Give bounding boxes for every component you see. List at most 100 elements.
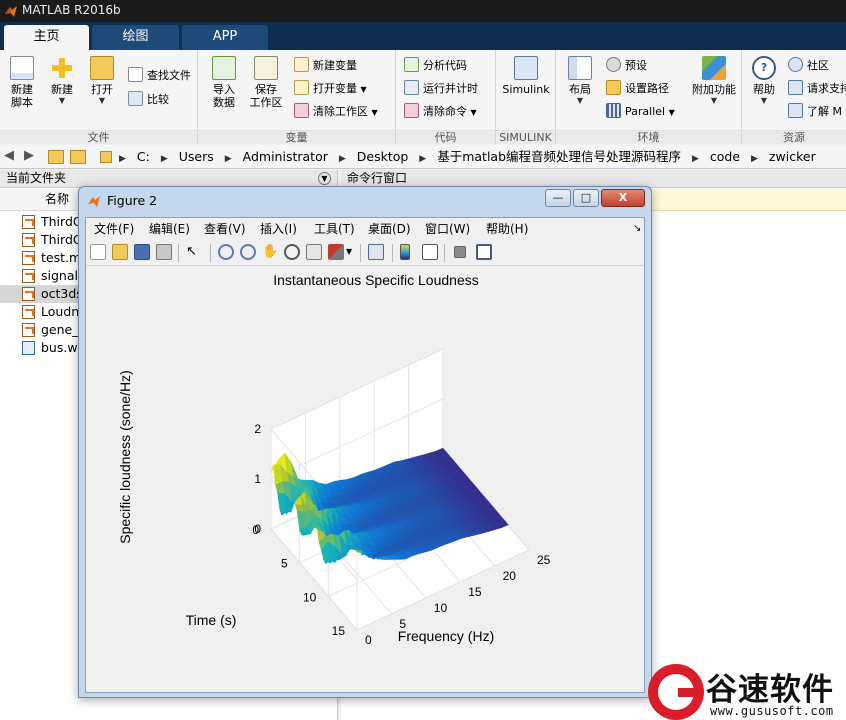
save-workspace-button[interactable]: 保存 工作区 [244, 56, 288, 109]
chevron-down-icon: ▼ [576, 96, 584, 105]
panel-options-icon[interactable]: ▼ [318, 172, 331, 185]
menu-help[interactable]: 帮助(H) [486, 218, 528, 240]
community-button[interactable]: 社区 [788, 56, 829, 76]
group-variable: 导入 数据 保存 工作区 新建变量 打开变量 ▼ 清除工作区 ▼ 变量 [198, 50, 396, 144]
find-files-button[interactable]: 查找文件 [128, 66, 191, 86]
group-variable-label: 变量 [198, 130, 395, 144]
save-icon[interactable] [134, 244, 150, 260]
forward-arrow-icon[interactable]: ▶ [24, 148, 34, 163]
link-plot-icon[interactable] [368, 244, 384, 260]
address-bar: ◀ ▶ ▶ C: ▶ Users ▶ Administrator ▶ Deskt… [0, 145, 846, 169]
tab-plots[interactable]: 绘图 [92, 25, 179, 50]
zoom-out-icon[interactable] [240, 244, 256, 260]
tab-apps[interactable]: APP [182, 25, 268, 50]
new-variable-button[interactable]: 新建变量 [294, 56, 357, 76]
legend-icon[interactable] [422, 244, 438, 260]
new-variable-icon [294, 57, 309, 72]
figure-menubar: 文件(F) 编辑(E) 查看(V) 插入(I) 工具(T) 桌面(D) 窗口(W… [86, 218, 644, 240]
file-name: ThirdO [41, 232, 83, 247]
menu-edit[interactable]: 编辑(E) [149, 218, 190, 240]
close-button[interactable]: X [601, 189, 645, 207]
import-data-button[interactable]: 导入 数据 [202, 56, 246, 109]
m-file-icon [22, 269, 35, 283]
crumb-project[interactable]: 基于matlab编程音频处理信号处理源码程序 [433, 145, 685, 169]
parallel-button[interactable]: Parallel ▼ [606, 102, 675, 122]
open-file-icon[interactable] [112, 244, 128, 260]
maximize-button[interactable]: □ [573, 189, 599, 207]
new-figure-icon[interactable] [90, 244, 106, 260]
group-file: 新建 脚本 新建 ▼ 打开 ▼ 查找文件 比较 文件 [0, 50, 198, 144]
back-arrow-icon[interactable]: ◀ [4, 148, 14, 163]
request-support-button[interactable]: 请求支持 [788, 79, 846, 99]
chevron-right-icon: ▶ [118, 154, 126, 164]
figure-matlab-icon [88, 196, 100, 207]
learn-matlab-button[interactable]: 了解 M [788, 102, 842, 122]
crumb-users[interactable]: Users [175, 145, 218, 169]
tab-home[interactable]: 主页 [4, 25, 89, 50]
group-code: 分析代码 运行并计时 清除命令 ▼ 代码 [396, 50, 496, 144]
crumb-code[interactable]: code [706, 145, 744, 169]
group-resources-label: 资源 [742, 130, 846, 144]
menu-file[interactable]: 文件(F) [94, 218, 134, 240]
m-file-icon [22, 215, 35, 229]
chevron-right-icon: ▶ [338, 154, 346, 164]
open-variable-button[interactable]: 打开变量 ▼ [294, 79, 367, 99]
find-files-icon [128, 67, 143, 82]
set-path-button[interactable]: 设置路径 [606, 79, 669, 99]
rotate-3d-icon[interactable] [284, 244, 300, 260]
data-cursor-icon[interactable] [306, 244, 322, 260]
zoom-in-icon[interactable] [218, 244, 234, 260]
addons-button[interactable]: 附加功能 ▼ [686, 56, 742, 106]
menu-insert[interactable]: 插入(I) [260, 218, 297, 240]
figure-titlebar[interactable]: Figure 2 — □ X [79, 187, 651, 215]
menu-desktop[interactable]: 桌面(D) [368, 218, 411, 240]
open-button[interactable]: 打开 ▼ [80, 56, 124, 106]
crumb-zwicker[interactable]: zwicker [765, 145, 820, 169]
community-icon [788, 57, 803, 72]
file-name: test.m [41, 250, 82, 265]
brush-icon[interactable] [328, 244, 344, 260]
pointer-arrow-icon[interactable]: ↖ [186, 244, 202, 260]
compare-button[interactable]: 比较 [128, 90, 169, 110]
m-file-icon [22, 323, 35, 337]
show-plot-tools-icon[interactable] [476, 244, 492, 260]
run-and-time-button[interactable]: 运行并计时 [404, 79, 478, 99]
crumb-desktop[interactable]: Desktop [353, 145, 413, 169]
import-icon [212, 56, 236, 80]
clear-workspace-button[interactable]: 清除工作区 ▼ [294, 102, 378, 122]
colorbar-icon[interactable] [400, 244, 410, 260]
layout-button[interactable]: 布局 ▼ [558, 56, 602, 106]
up-folder-icon[interactable] [48, 150, 64, 164]
analyze-code-button[interactable]: 分析代码 [404, 56, 467, 76]
simulink-icon [514, 56, 538, 80]
gear-icon [606, 57, 621, 72]
save-icon [254, 56, 278, 80]
figure-body: 文件(F) 编辑(E) 查看(V) 插入(I) 工具(T) 桌面(D) 窗口(W… [85, 217, 645, 693]
dock-arrow-icon[interactable]: ↘ [633, 218, 641, 240]
crumb-drive[interactable]: C: [133, 145, 154, 169]
folder-root-icon [100, 151, 112, 163]
crumb-administrator[interactable]: Administrator [239, 145, 332, 169]
menu-view[interactable]: 查看(V) [204, 218, 246, 240]
menu-tools[interactable]: 工具(T) [314, 218, 355, 240]
pan-hand-icon[interactable]: ✋ [262, 244, 278, 260]
surface-plot[interactable]: Instantaneous Specific Loudness051015202… [86, 267, 644, 692]
eraser-icon [294, 103, 309, 118]
preferences-button[interactable]: 预设 [606, 56, 647, 76]
new-script-button[interactable]: 新建 脚本 [0, 56, 44, 109]
watermark-url: www.gususoft.com [710, 704, 834, 718]
chevron-down-icon[interactable]: ▼ [346, 244, 354, 260]
new-button[interactable]: 新建 ▼ [40, 56, 84, 106]
file-name: signal [41, 268, 78, 283]
hide-plot-tools-icon[interactable] [454, 246, 466, 258]
help-button[interactable]: ? 帮助 ▼ [742, 56, 786, 106]
clear-commands-button[interactable]: 清除命令 ▼ [404, 102, 477, 122]
watermark-text: 谷速软件 [706, 672, 834, 708]
print-icon[interactable] [156, 244, 172, 260]
menu-window[interactable]: 窗口(W) [425, 218, 470, 240]
simulink-button[interactable]: Simulink [498, 56, 554, 96]
analyze-icon [404, 57, 419, 72]
minimize-button[interactable]: — [545, 189, 571, 207]
addons-cubes-icon [702, 56, 726, 80]
browse-folder-icon[interactable] [70, 150, 86, 164]
